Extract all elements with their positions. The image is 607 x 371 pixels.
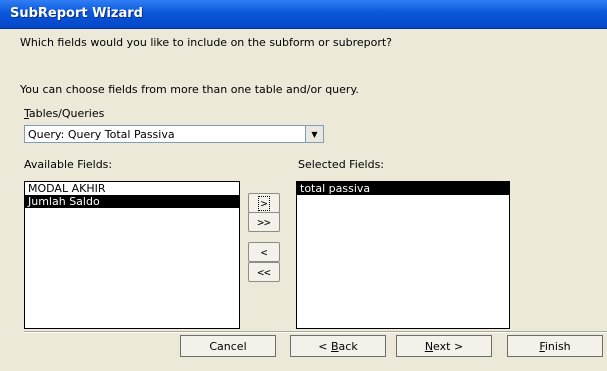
back-hotkey: B bbox=[331, 339, 339, 353]
add-all-label: >> bbox=[257, 215, 271, 229]
dropdown-arrow-icon[interactable]: ▼ bbox=[305, 126, 323, 142]
remove-all-label: << bbox=[257, 265, 271, 279]
add-all-fields-button[interactable]: >> bbox=[248, 212, 280, 232]
next-button[interactable]: Next > bbox=[396, 335, 492, 357]
list-item-selected[interactable]: total passiva bbox=[297, 182, 509, 195]
wizard-page: Which fields would you like to include o… bbox=[0, 29, 607, 371]
back-label: < Back bbox=[318, 340, 357, 353]
tables-queries-dropdown[interactable]: Query: Query Total Passiva ▼ bbox=[24, 125, 324, 143]
prompt-text: Which fields would you like to include o… bbox=[20, 36, 393, 49]
selected-fields-list[interactable]: total passiva bbox=[296, 181, 510, 329]
back-button[interactable]: < Back bbox=[290, 335, 386, 357]
tables-queries-label-rest: ables/Queries bbox=[28, 107, 105, 120]
tables-queries-label: Tables/Queries bbox=[24, 107, 104, 120]
window-title: SubReport Wizard bbox=[10, 6, 143, 21]
subreport-wizard-window: SubReport Wizard Which fields would you … bbox=[0, 0, 607, 371]
hint-text: You can choose fields from more than one… bbox=[20, 83, 359, 96]
add-field-label: > bbox=[257, 195, 271, 211]
remove-all-fields-button[interactable]: << bbox=[248, 262, 280, 282]
finish-button[interactable]: Finish bbox=[507, 335, 603, 357]
button-separator bbox=[24, 331, 607, 333]
next-label: Next > bbox=[425, 340, 463, 353]
add-field-button[interactable]: > bbox=[248, 193, 280, 213]
selected-fields-label: Selected Fields: bbox=[298, 158, 385, 171]
finish-label: Finish bbox=[539, 340, 570, 353]
next-rest: ext > bbox=[433, 339, 464, 353]
list-item[interactable]: MODAL AKHIR bbox=[25, 182, 239, 195]
back-rest: ack bbox=[338, 339, 358, 353]
available-fields-list[interactable]: MODAL AKHIR Jumlah Saldo bbox=[24, 181, 240, 329]
tables-queries-value: Query: Query Total Passiva bbox=[28, 128, 175, 141]
remove-field-label: < bbox=[260, 245, 268, 259]
back-prefix: < bbox=[318, 339, 331, 353]
next-hotkey: N bbox=[424, 339, 434, 353]
finish-rest: inish bbox=[544, 339, 571, 353]
cancel-button[interactable]: Cancel bbox=[180, 335, 276, 357]
remove-field-button[interactable]: < bbox=[248, 242, 280, 262]
cancel-label: Cancel bbox=[209, 339, 247, 353]
title-bar[interactable]: SubReport Wizard bbox=[0, 0, 607, 29]
list-item-selected[interactable]: Jumlah Saldo bbox=[25, 195, 239, 208]
available-fields-label: Available Fields: bbox=[24, 158, 113, 171]
